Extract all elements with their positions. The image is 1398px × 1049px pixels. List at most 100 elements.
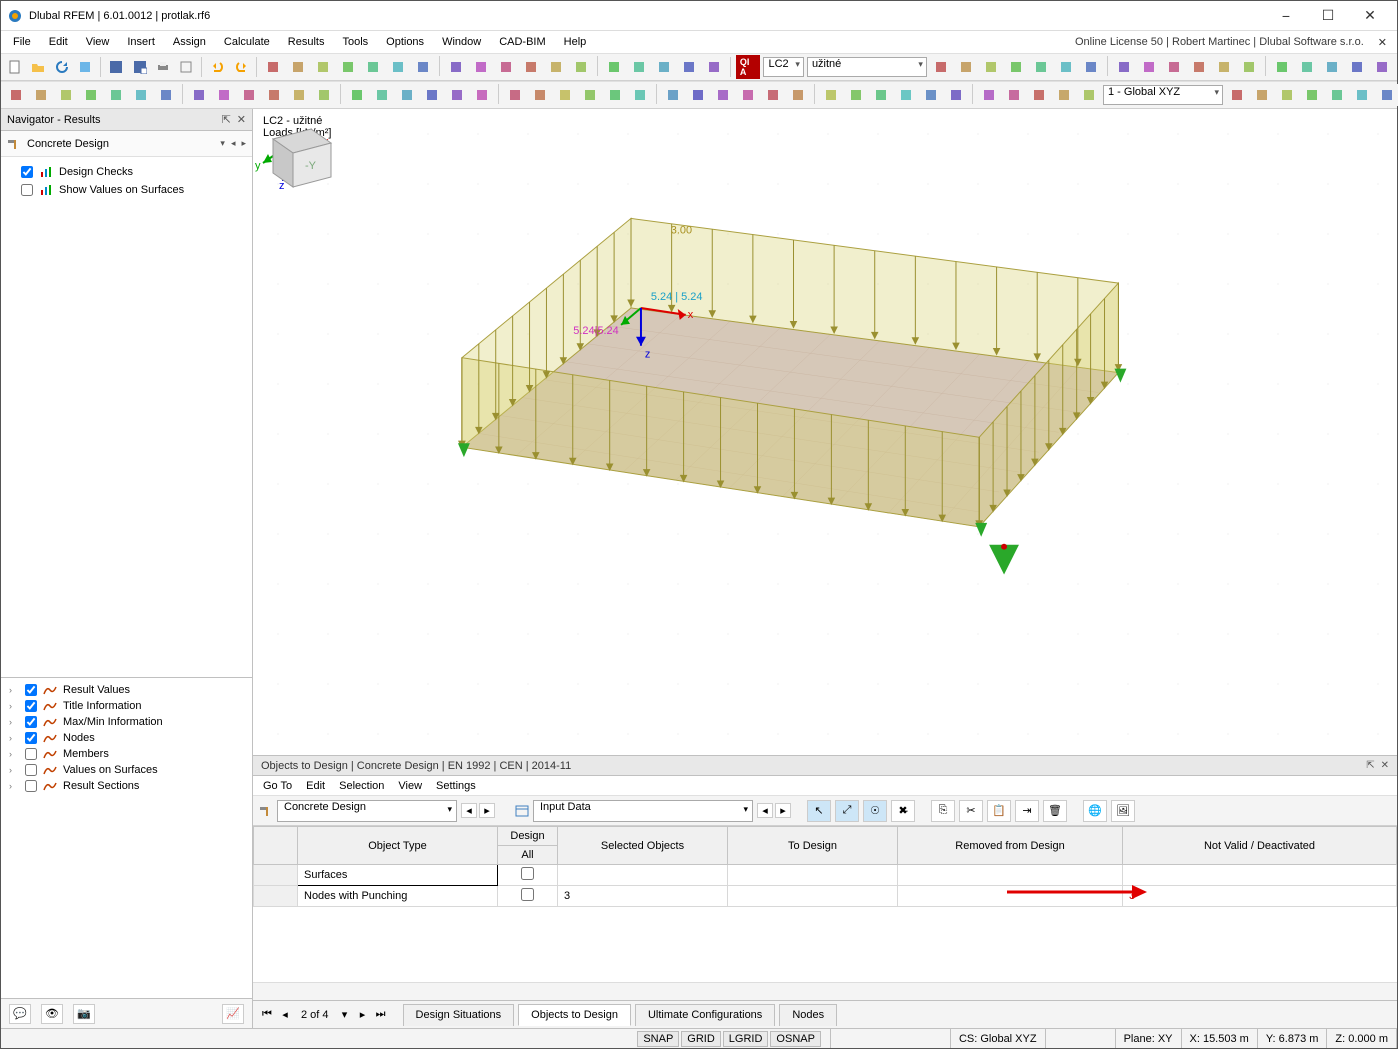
toolbar1-tail-btn-8[interactable] <box>1138 56 1160 78</box>
toolbar1-btn-14[interactable] <box>628 56 650 78</box>
pager-next-icon[interactable]: ▸ <box>355 1008 371 1021</box>
tab-nodes[interactable]: Nodes <box>779 1004 837 1026</box>
cell-object-type[interactable]: Surfaces <box>298 865 498 886</box>
toolbar2-btn-3[interactable] <box>80 84 102 106</box>
bp-menu-selection[interactable]: Selection <box>339 780 384 792</box>
checkbox[interactable] <box>25 748 37 760</box>
next-cat-icon[interactable]: ▸ <box>775 803 791 818</box>
toolbar2-btn-21[interactable] <box>554 84 576 106</box>
toolbar2-btn-13[interactable] <box>346 84 368 106</box>
nav-next-icon[interactable]: ▸ <box>241 138 246 149</box>
toolbar1-btn-7[interactable] <box>445 56 467 78</box>
cell-design-all[interactable] <box>498 865 558 886</box>
pager-first-icon[interactable]: ⏮ <box>259 1008 275 1021</box>
redo-icon[interactable] <box>231 56 251 78</box>
tab-objects-to-design[interactable]: Objects to Design <box>518 1004 631 1026</box>
copy-row-icon[interactable]: ⎘ <box>931 800 955 822</box>
toolbar2-tail-btn-3[interactable] <box>1301 84 1323 106</box>
toolbar1-tail-btn-11[interactable] <box>1213 56 1235 78</box>
toolbar2-btn-31[interactable] <box>820 84 842 106</box>
toolbar2-btn-39[interactable] <box>1028 84 1050 106</box>
nav-lower-result-sections[interactable]: ›Result Sections <box>3 778 250 794</box>
checkbox[interactable] <box>21 166 33 178</box>
chevron-down-icon[interactable]: ▾ <box>220 138 225 149</box>
cut-row-icon[interactable]: ✂ <box>959 800 983 822</box>
restore-panel-icon[interactable]: ⇱ <box>1366 760 1374 771</box>
bp-menu-go-to[interactable]: Go To <box>263 780 292 792</box>
toolbar1-btn-9[interactable] <box>495 56 517 78</box>
toolbar1-tail-btn-12[interactable] <box>1238 56 1260 78</box>
toolbar1-tail-btn-14[interactable] <box>1296 56 1318 78</box>
toolbar1-tail-btn-17[interactable] <box>1371 56 1393 78</box>
nav-item-show-values-on-surfaces[interactable]: Show Values on Surfaces <box>7 181 246 199</box>
menu-help[interactable]: Help <box>556 34 595 50</box>
toolbar1-tail-btn-4[interactable] <box>1030 56 1052 78</box>
toolbar2-btn-22[interactable] <box>579 84 601 106</box>
nav-lower-result-values[interactable]: ›Result Values <box>3 682 250 698</box>
toolbar2-btn-7[interactable] <box>188 84 210 106</box>
wizard-icon[interactable] <box>75 56 95 78</box>
toolbar2-btn-20[interactable] <box>529 84 551 106</box>
expand-icon[interactable]: › <box>9 685 19 695</box>
pager-prev-icon[interactable]: ◂ <box>277 1008 293 1021</box>
toolbar2-btn-9[interactable] <box>238 84 260 106</box>
toolbar1-tail-btn-7[interactable] <box>1113 56 1135 78</box>
comment-icon[interactable]: 💬 <box>9 1004 31 1024</box>
checkbox[interactable] <box>25 780 37 792</box>
toolbar2-btn-28[interactable] <box>737 84 759 106</box>
cell-selected[interactable] <box>558 865 728 886</box>
nav-lower-title-information[interactable]: ›Title Information <box>3 698 250 714</box>
toolbar1-btn-8[interactable] <box>470 56 492 78</box>
menu-cad-bim[interactable]: CAD-BIM <box>491 34 553 50</box>
toolbar2-btn-37[interactable] <box>978 84 1000 106</box>
cell-to-design[interactable] <box>728 865 898 886</box>
chart-icon[interactable]: 📈 <box>222 1004 244 1024</box>
zoom-select-icon[interactable]: ⤢ <box>835 800 859 822</box>
table-row[interactable]: Nodes with Punching33 <box>254 886 1397 907</box>
toolbar2-btn-17[interactable] <box>446 84 468 106</box>
toolbar2-btn-11[interactable] <box>288 84 310 106</box>
delete-icon[interactable]: 🗑 <box>1043 800 1067 822</box>
toolbar1-btn-10[interactable] <box>520 56 542 78</box>
design-module-combo[interactable]: Concrete Design <box>277 800 457 822</box>
cell-design-all[interactable] <box>498 886 558 907</box>
menu-insert[interactable]: Insert <box>119 34 163 50</box>
toolbar2-btn-2[interactable] <box>55 84 77 106</box>
toolbar2-btn-25[interactable] <box>662 84 684 106</box>
expand-icon[interactable]: › <box>9 701 19 711</box>
toolbar1-tail-btn-5[interactable] <box>1055 56 1077 78</box>
cell-invalid[interactable]: 3 <box>1123 886 1397 907</box>
toolbar2-btn-27[interactable] <box>712 84 734 106</box>
minimize-button[interactable]: − <box>1265 2 1307 30</box>
toolbar2-btn-1[interactable] <box>30 84 52 106</box>
toolbar2-btn-8[interactable] <box>213 84 235 106</box>
next-module-icon[interactable]: ▸ <box>479 803 495 818</box>
toolbar1-tail-btn-1[interactable] <box>955 56 977 78</box>
toolbar2-btn-38[interactable] <box>1003 84 1025 106</box>
navigator-category[interactable]: Concrete Design ▾ ◂ ▸ <box>1 131 252 157</box>
print-preview-icon[interactable] <box>176 56 196 78</box>
toolbar2-btn-14[interactable] <box>371 84 393 106</box>
nav-item-design-checks[interactable]: Design Checks <box>7 163 246 181</box>
table-row[interactable]: Surfaces <box>254 865 1397 886</box>
prev-cat-icon[interactable]: ◂ <box>757 803 773 818</box>
toolbar2-tail-btn-6[interactable] <box>1376 84 1398 106</box>
new-file-icon[interactable] <box>5 56 25 78</box>
menu-view[interactable]: View <box>78 34 118 50</box>
toolbar2-btn-35[interactable] <box>920 84 942 106</box>
globe-icon[interactable]: 🌐 <box>1083 800 1107 822</box>
toolbar2-btn-30[interactable] <box>787 84 809 106</box>
toolbar2-btn-12[interactable] <box>313 84 335 106</box>
cell-invalid[interactable] <box>1123 865 1397 886</box>
toolbar2-btn-29[interactable] <box>762 84 784 106</box>
pager-last-icon[interactable]: ⏭ <box>373 1008 389 1021</box>
close-panel-icon[interactable]: ✕ <box>1381 760 1389 771</box>
toolbar1-tail-btn-0[interactable] <box>930 56 952 78</box>
menu-tools[interactable]: Tools <box>334 34 376 50</box>
pin-icon[interactable]: ⇱ <box>222 113 231 126</box>
toolbar1-btn-12[interactable] <box>570 56 592 78</box>
toolbar2-btn-5[interactable] <box>130 84 152 106</box>
loadcase-id-combo[interactable]: LC2 <box>763 57 803 77</box>
nav-lower-members[interactable]: ›Members <box>3 746 250 762</box>
prev-module-icon[interactable]: ◂ <box>461 803 477 818</box>
